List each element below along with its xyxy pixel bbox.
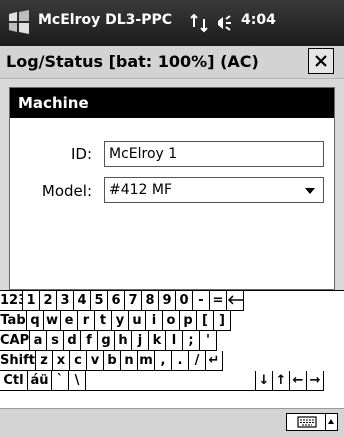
keyboard-key[interactable]: \ bbox=[69, 371, 86, 391]
keyboard-key[interactable]: r bbox=[78, 311, 95, 331]
keyboard-key[interactable]: CAP bbox=[0, 331, 30, 351]
keyboard-key[interactable]: k bbox=[149, 331, 166, 351]
app-name: McElroy DL3-PPC bbox=[38, 12, 173, 28]
keyboard-key[interactable]: áü bbox=[28, 371, 52, 391]
keyboard-key[interactable]: ` bbox=[52, 371, 69, 391]
keyboard-key[interactable]: ' bbox=[200, 331, 217, 351]
keyboard-key[interactable]: n bbox=[121, 351, 138, 371]
keyboard-key[interactable]: - bbox=[193, 291, 210, 311]
clock[interactable]: 4:04 bbox=[241, 12, 276, 28]
keyboard-key[interactable]: ↵ bbox=[206, 351, 223, 371]
keyboard-key[interactable]: t bbox=[95, 311, 112, 331]
keyboard-key[interactable]: 8 bbox=[142, 291, 159, 311]
keyboard-key[interactable]: ; bbox=[183, 331, 200, 351]
keyboard-key[interactable]: m bbox=[138, 351, 155, 371]
keyboard-key[interactable]: Shift bbox=[0, 351, 36, 371]
input-selector-arrow[interactable] bbox=[326, 413, 338, 431]
keyboard-key[interactable]: 3 bbox=[57, 291, 74, 311]
keyboard-key[interactable]: e bbox=[61, 311, 78, 331]
model-dropdown[interactable]: #412 MF bbox=[104, 177, 324, 203]
keyboard-key[interactable]: j bbox=[132, 331, 149, 351]
keyboard-key[interactable]: y bbox=[112, 311, 129, 331]
panel-header: Machine bbox=[10, 88, 334, 118]
id-value: McElroy 1 bbox=[109, 146, 178, 162]
keyboard-key[interactable]: Tab bbox=[0, 311, 27, 331]
keyboard-key[interactable]: 5 bbox=[91, 291, 108, 311]
model-label: Model: bbox=[41, 182, 92, 200]
keyboard-key[interactable]: 7 bbox=[125, 291, 142, 311]
model-value: #412 MF bbox=[109, 182, 173, 198]
keyboard-key[interactable]: = bbox=[210, 291, 227, 311]
keyboard-toggle-button[interactable] bbox=[286, 413, 326, 431]
keyboard-key[interactable]: b bbox=[104, 351, 121, 371]
keyboard-key[interactable]: o bbox=[163, 311, 180, 331]
keyboard-key[interactable]: ↑ bbox=[273, 371, 290, 391]
keyboard-key[interactable]: u bbox=[129, 311, 146, 331]
window-title: Log/Status [bat: 100%] (AC) bbox=[6, 52, 259, 71]
keyboard-key[interactable]: 4 bbox=[74, 291, 91, 311]
volume-icon[interactable] bbox=[215, 13, 237, 33]
keyboard-key[interactable]: g bbox=[98, 331, 115, 351]
keyboard-key[interactable]: 6 bbox=[108, 291, 125, 311]
keyboard-key[interactable]: → bbox=[307, 371, 324, 391]
keyboard-key[interactable]: , bbox=[155, 351, 172, 371]
keyboard-key[interactable]: 2 bbox=[40, 291, 57, 311]
soft-keyboard: 1231234567890-=🡐Tabqwertyuiop[]CAPasdfgh… bbox=[0, 290, 344, 409]
keyboard-icon bbox=[297, 416, 317, 428]
keyboard-key[interactable]: 1 bbox=[23, 291, 40, 311]
keyboard-key[interactable]: Ctl bbox=[0, 371, 28, 391]
keyboard-key[interactable]: v bbox=[87, 351, 104, 371]
keyboard-key[interactable]: . bbox=[172, 351, 189, 371]
connectivity-icon[interactable] bbox=[190, 13, 210, 33]
keyboard-key[interactable]: p bbox=[180, 311, 197, 331]
keyboard-key[interactable]: ↓ bbox=[256, 371, 273, 391]
keyboard-key[interactable]: a bbox=[30, 331, 47, 351]
close-button[interactable] bbox=[308, 48, 334, 74]
keyboard-key[interactable]: i bbox=[146, 311, 163, 331]
keyboard-key[interactable]: c bbox=[70, 351, 87, 371]
id-label: ID: bbox=[70, 145, 92, 163]
keyboard-key[interactable]: x bbox=[53, 351, 70, 371]
keyboard-key[interactable]: w bbox=[44, 311, 61, 331]
window-title-bar: Log/Status [bat: 100%] (AC) bbox=[0, 46, 344, 79]
keyboard-key[interactable]: f bbox=[81, 331, 98, 351]
keyboard-key[interactable]: z bbox=[36, 351, 53, 371]
close-icon bbox=[315, 55, 327, 67]
keyboard-key[interactable]: s bbox=[47, 331, 64, 351]
keyboard-key[interactable]: q bbox=[27, 311, 44, 331]
id-field[interactable]: McElroy 1 bbox=[104, 141, 324, 167]
keyboard-key[interactable]: 🡐 bbox=[227, 291, 244, 311]
keyboard-key[interactable]: 9 bbox=[159, 291, 176, 311]
content-area: Machine ID: McElroy 1 Model: #412 MF bbox=[0, 79, 344, 290]
key-space[interactable] bbox=[86, 371, 256, 391]
keyboard-key[interactable]: / bbox=[189, 351, 206, 371]
machine-panel: Machine ID: McElroy 1 Model: #412 MF bbox=[9, 87, 335, 290]
chevron-down-icon bbox=[305, 188, 315, 194]
keyboard-key[interactable]: h bbox=[115, 331, 132, 351]
keyboard-key[interactable]: ← bbox=[290, 371, 307, 391]
keyboard-key[interactable]: 123 bbox=[0, 291, 23, 311]
keyboard-key[interactable]: d bbox=[64, 331, 81, 351]
status-bar: McElroy DL3-PPC 4:04 bbox=[0, 0, 344, 46]
keyboard-key[interactable]: 0 bbox=[176, 291, 193, 311]
windows-start-logo[interactable] bbox=[6, 9, 32, 35]
keyboard-key[interactable]: l bbox=[166, 331, 183, 351]
keyboard-key[interactable]: ] bbox=[214, 311, 231, 331]
keyboard-key[interactable]: [ bbox=[197, 311, 214, 331]
